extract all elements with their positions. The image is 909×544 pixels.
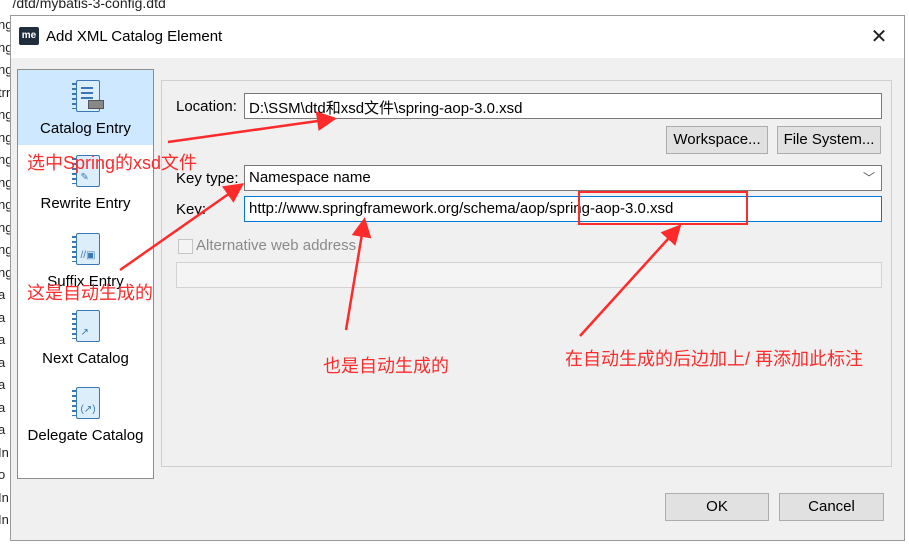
- highlight-box: [578, 191, 748, 225]
- key-field[interactable]: http://www.springframework.org/schema/ao…: [244, 196, 882, 222]
- background-line: a: [0, 309, 6, 325]
- annotation-auto-generated: 这是自动生成的: [27, 283, 153, 303]
- annotation-select-file: 选中Spring的xsd文件: [27, 153, 198, 173]
- sidebar-item-catalog-entry[interactable]: Catalog Entry: [18, 70, 153, 145]
- dialog-title: Add XML Catalog Element: [46, 28, 223, 45]
- suffix-entry-icon: //▣: [71, 229, 100, 269]
- background-line: In: [0, 444, 9, 460]
- next-catalog-icon: ↗: [71, 306, 100, 346]
- ok-button[interactable]: OK: [665, 493, 769, 521]
- key-type-select[interactable]: Namespace name ﹀: [244, 165, 882, 191]
- background-line: a: [0, 422, 6, 437]
- sidebar-item-label: Next Catalog: [42, 350, 129, 367]
- catalog-entry-icon: [71, 76, 104, 116]
- alternative-web-address-checkbox[interactable]: [178, 239, 193, 254]
- sidebar-item-next-catalog[interactable]: ↗ Next Catalog: [18, 306, 153, 380]
- delegate-catalog-icon: (↗): [71, 383, 100, 423]
- background-line: In: [0, 489, 9, 505]
- background-line: a: [0, 332, 6, 347]
- background-path-text: rg/dtd/mybatis-3-config.dtd: [0, 0, 166, 11]
- location-field[interactable]: D:\SSM\dtd和xsd文件\spring-aop-3.0.xsd: [244, 93, 882, 119]
- background-line: o: [0, 467, 6, 482]
- background-line: In: [0, 512, 9, 527]
- sidebar-item-label: Rewrite Entry: [40, 195, 131, 212]
- background-line: a: [0, 399, 6, 415]
- key-label: Key:: [176, 201, 207, 218]
- annotation-append-note: 在自动生成的后边加上/ 再添加此标注: [565, 349, 864, 369]
- background-line: a: [0, 377, 6, 392]
- chevron-down-icon: ﹀: [862, 171, 875, 185]
- key-type-value: Namespace name: [249, 169, 371, 186]
- file-system-button[interactable]: File System...: [777, 126, 881, 154]
- sidebar-item-delegate-catalog[interactable]: (↗) Delegate Catalog: [18, 383, 153, 457]
- add-xml-catalog-dialog: me Add XML Catalog Element ✕ Catalog Ent…: [10, 15, 905, 541]
- sidebar-item-label: Catalog Entry: [40, 120, 131, 137]
- cancel-button[interactable]: Cancel: [779, 493, 884, 521]
- sidebar-item-label: Delegate Catalog: [27, 427, 144, 444]
- annotation-also-auto: 也是自动生成的: [323, 356, 449, 376]
- background-line: a: [0, 354, 6, 370]
- entry-type-list: Catalog Entry ✎ Rewrite Entry //▣ Suffix…: [17, 69, 154, 479]
- location-label: Location:: [176, 98, 237, 115]
- app-logo-icon: me: [19, 27, 39, 45]
- background-line: a: [0, 287, 6, 302]
- workspace-button[interactable]: Workspace...: [666, 126, 768, 154]
- alternative-web-address-field[interactable]: [176, 262, 882, 288]
- close-button[interactable]: ✕: [862, 22, 896, 52]
- alternative-web-address-label: Alternative web address: [196, 237, 357, 254]
- title-bar: me Add XML Catalog Element ✕: [11, 16, 904, 58]
- entry-form-panel: Location: D:\SSM\dtd和xsd文件\spring-aop-3.…: [161, 80, 892, 467]
